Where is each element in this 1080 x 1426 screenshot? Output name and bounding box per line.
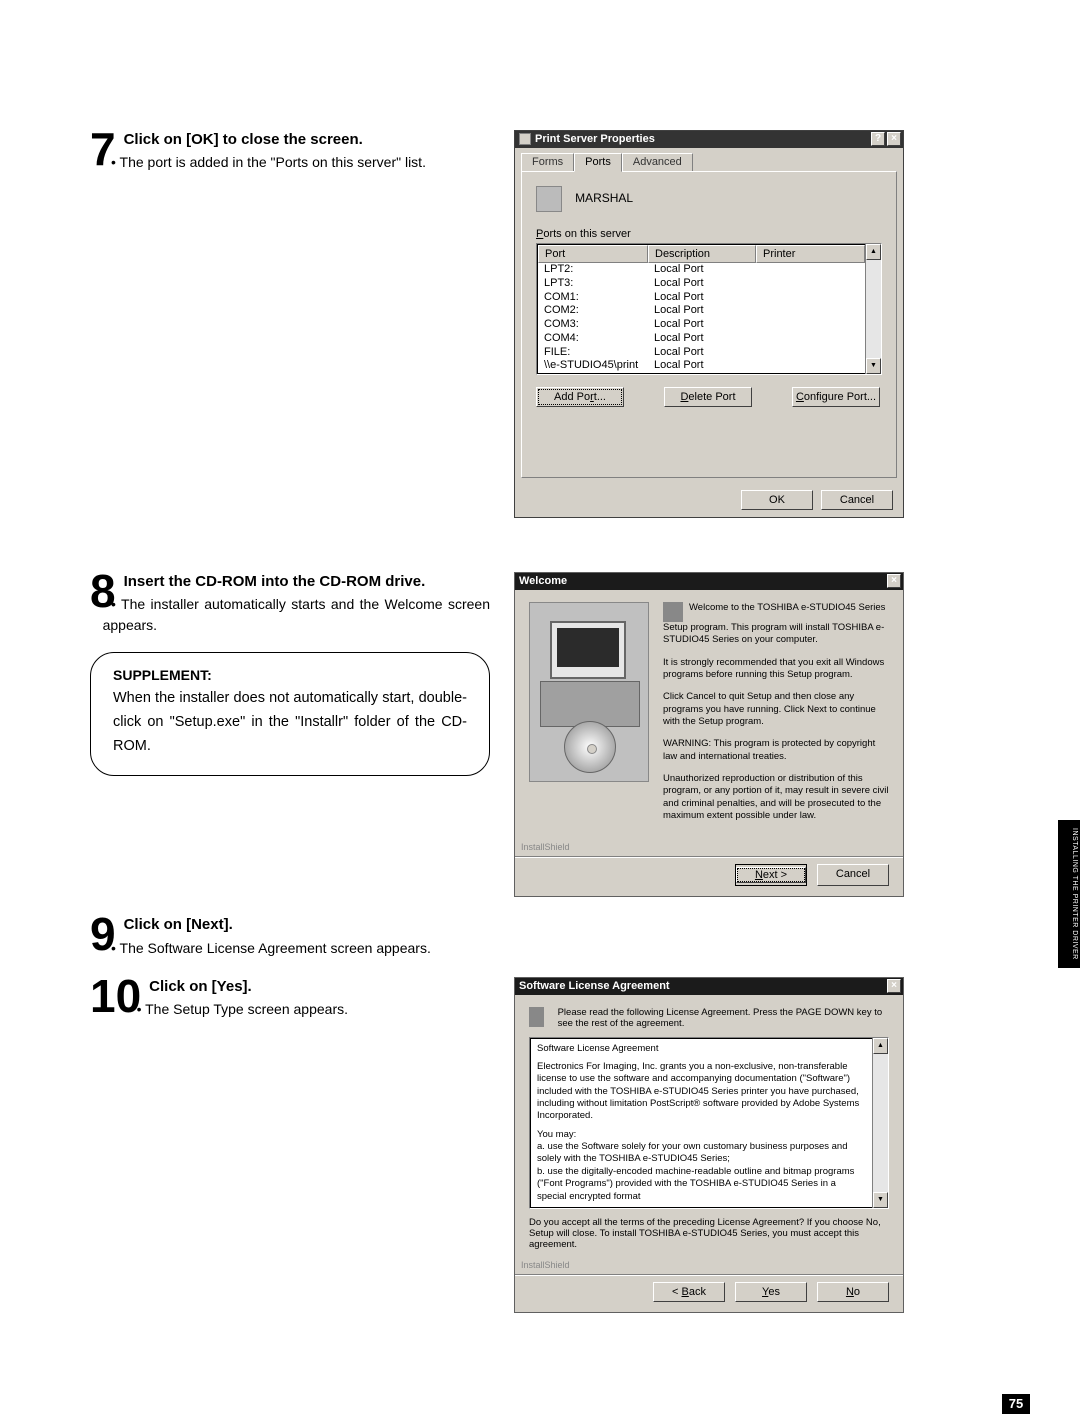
configure-port-button[interactable]: Configure Port... xyxy=(792,387,880,407)
close-button[interactable]: × xyxy=(887,132,901,146)
yes-button[interactable]: Yes xyxy=(735,1282,807,1302)
license-text: You may: xyxy=(537,1129,866,1141)
ports-on-server-label: Ports on this server xyxy=(536,228,882,240)
table-row: COM2:Local Port xyxy=(538,304,865,318)
printer-icon xyxy=(519,133,531,145)
server-name: MARSHAL xyxy=(575,191,633,205)
table-row: LPT2:Local Port xyxy=(538,263,865,277)
scrollbar[interactable]: ▲ ▼ xyxy=(865,244,881,374)
table-row: LPT3:Local Port xyxy=(538,277,865,291)
back-button[interactable]: < Back xyxy=(653,1282,725,1302)
next-button[interactable]: Next > xyxy=(735,864,807,886)
table-row: COM3:Local Port xyxy=(538,318,865,332)
delete-port-button[interactable]: Delete Port xyxy=(664,387,752,407)
scrollbar[interactable]: ▲ ▼ xyxy=(872,1038,888,1208)
tab-advanced[interactable]: Advanced xyxy=(622,153,693,171)
dialog-title-text: Software License Agreement xyxy=(519,980,670,992)
step-heading: Insert the CD-ROM into the CD-ROM drive. xyxy=(90,572,490,592)
step-heading: Click on [OK] to close the screen. xyxy=(90,130,490,150)
side-tab: INSTALLING THE PRINTER DRIVER xyxy=(1058,820,1080,968)
installshield-label: InstallShield xyxy=(521,1260,903,1270)
setup-computer-icon xyxy=(529,602,649,782)
scroll-up-icon[interactable]: ▲ xyxy=(866,244,881,260)
dialog-titlebar: Welcome × xyxy=(515,573,903,590)
step-heading: Click on [Yes]. xyxy=(90,977,490,997)
license-text-box: Software License Agreement Electronics F… xyxy=(529,1037,889,1209)
license-text: b. use the digitally-encoded machine-rea… xyxy=(537,1166,866,1203)
column-header-printer[interactable]: Printer xyxy=(756,245,865,263)
supplement-title: SUPPLEMENT: xyxy=(113,667,467,683)
ports-table: Port Description Printer LPT2:Local Port… xyxy=(536,243,882,375)
supplement-body: When the installer does not automaticall… xyxy=(113,687,467,759)
welcome-text: Click Cancel to quit Setup and then clos… xyxy=(663,691,889,728)
window-title-text: Print Server Properties xyxy=(535,133,655,145)
add-port-button[interactable]: Add Port... xyxy=(536,387,624,407)
column-header-description[interactable]: Description xyxy=(648,245,756,263)
scroll-down-icon[interactable]: ▼ xyxy=(873,1192,888,1208)
step-bullet: The installer automatically starts and t… xyxy=(90,594,490,636)
step-bullet: The Setup Type screen appears. xyxy=(90,999,490,1020)
table-row: COM1:Local Port xyxy=(538,291,865,305)
license-agreement-dialog: Software License Agreement × Please read… xyxy=(514,977,904,1313)
step-number-10: 10 xyxy=(90,973,141,1019)
cancel-button[interactable]: Cancel xyxy=(821,490,893,510)
license-text: a. use the Software solely for your own … xyxy=(537,1141,866,1166)
tab-ports[interactable]: Ports xyxy=(574,153,622,172)
page-number: 75 xyxy=(1002,1394,1030,1414)
license-intro: Please read the following License Agreem… xyxy=(558,1007,889,1029)
welcome-text: WARNING: This program is protected by co… xyxy=(663,738,889,763)
setup-icon xyxy=(663,602,683,622)
no-button[interactable]: No xyxy=(817,1282,889,1302)
license-text: Software License Agreement xyxy=(537,1043,866,1055)
dialog-titlebar: Software License Agreement × xyxy=(515,978,903,995)
print-server-properties-window: Print Server Properties ? × FormsPortsAd… xyxy=(514,130,904,518)
step-bullet: The port is added in the "Ports on this … xyxy=(90,152,490,173)
step-heading: Click on [Next]. xyxy=(90,915,490,935)
tab-forms[interactable]: Forms xyxy=(521,153,574,171)
supplement-box: SUPPLEMENT: When the installer does not … xyxy=(90,652,490,776)
table-row: COM4:Local Port xyxy=(538,332,865,346)
cancel-button[interactable]: Cancel xyxy=(817,864,889,886)
scroll-up-icon[interactable]: ▲ xyxy=(873,1038,888,1054)
welcome-text: Unauthorized reproduction or distributio… xyxy=(663,773,889,822)
close-button[interactable]: × xyxy=(887,979,901,993)
scroll-down-icon[interactable]: ▼ xyxy=(866,358,881,374)
welcome-dialog: Welcome × Welcome to the TOSHIBA e-STUDI… xyxy=(514,572,904,897)
dialog-title-text: Welcome xyxy=(519,575,567,587)
window-titlebar: Print Server Properties ? × xyxy=(515,131,903,148)
help-button[interactable]: ? xyxy=(871,132,885,146)
welcome-text: Welcome to the TOSHIBA e-STUDIO45 Series… xyxy=(663,602,889,647)
step-bullet: The Software License Agreement screen ap… xyxy=(90,938,490,959)
table-row: \\e-STUDIO45\printLocal Port xyxy=(538,359,865,373)
license-text: Electronics For Imaging, Inc. grants you… xyxy=(537,1061,866,1123)
column-header-port[interactable]: Port xyxy=(538,245,648,263)
server-icon xyxy=(536,186,562,212)
installshield-label: InstallShield xyxy=(521,842,903,852)
welcome-text: It is strongly recommended that you exit… xyxy=(663,657,889,682)
ok-button[interactable]: OK xyxy=(741,490,813,510)
close-button[interactable]: × xyxy=(887,574,901,588)
document-icon xyxy=(529,1007,544,1027)
table-row: FILE:Local Port xyxy=(538,346,865,360)
license-question: Do you accept all the terms of the prece… xyxy=(529,1217,889,1250)
